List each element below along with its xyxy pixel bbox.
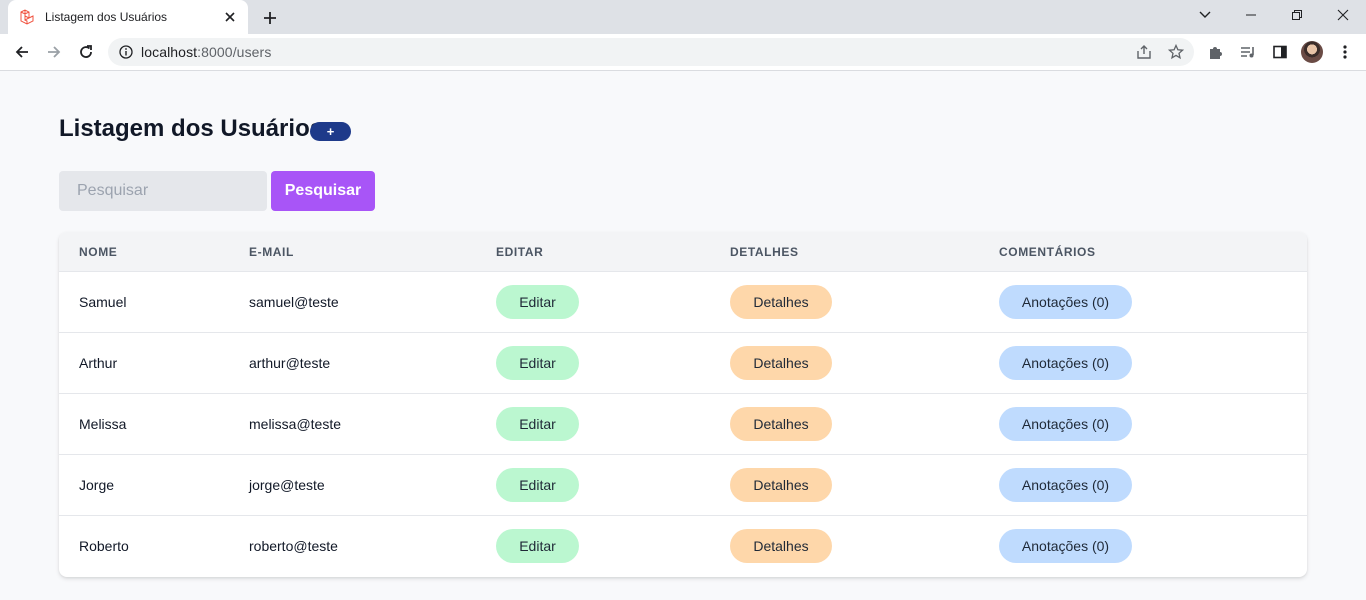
restore-icon[interactable] (1274, 0, 1320, 30)
table-row: Roberto roberto@teste Editar Detalhes An… (59, 516, 1307, 577)
column-header-comments: COMENTÁRIOS (999, 245, 1096, 259)
edit-button[interactable]: Editar (496, 529, 579, 563)
details-button[interactable]: Detalhes (730, 285, 832, 319)
edit-button[interactable]: Editar (496, 285, 579, 319)
edit-button[interactable]: Editar (496, 346, 579, 380)
minimize-icon[interactable] (1228, 0, 1274, 30)
profile-avatar[interactable] (1301, 41, 1323, 63)
user-email: samuel@teste (249, 294, 339, 310)
search-input[interactable] (59, 171, 267, 211)
tab-title: Listagem dos Usuários (45, 10, 168, 24)
edit-button[interactable]: Editar (496, 468, 579, 502)
close-window-icon[interactable] (1320, 0, 1366, 30)
table-row: Melissa melissa@teste Editar Detalhes An… (59, 394, 1307, 455)
table-row: Arthur arthur@teste Editar Detalhes Anot… (59, 333, 1307, 394)
url-path: :8000/users (197, 44, 272, 60)
column-header-edit: EDITAR (496, 245, 544, 259)
table-row: Jorge jorge@teste Editar Detalhes Anotaç… (59, 455, 1307, 516)
user-email: jorge@teste (249, 477, 325, 493)
notes-button[interactable]: Anotações (0) (999, 346, 1132, 380)
user-email: arthur@teste (249, 355, 331, 371)
info-circle-icon[interactable] (119, 45, 133, 59)
reload-icon[interactable] (74, 40, 98, 64)
browser-tab[interactable]: Listagem dos Usuários (8, 0, 248, 34)
column-header-email: E-MAIL (249, 245, 294, 259)
user-name: Arthur (79, 355, 118, 371)
user-name: Roberto (79, 538, 129, 554)
arrow-left-icon[interactable] (10, 40, 34, 64)
url-host: localhost (141, 44, 198, 60)
details-button[interactable]: Detalhes (730, 346, 832, 380)
details-button[interactable]: Detalhes (730, 407, 832, 441)
notes-button[interactable]: Anotações (0) (999, 468, 1132, 502)
users-table: NOME E-MAIL EDITAR DETALHES COMENTÁRIOS … (59, 232, 1307, 577)
kebab-menu-icon[interactable] (1333, 40, 1357, 64)
details-button[interactable]: Detalhes (730, 529, 832, 563)
browser-tab-strip: Listagem dos Usuários (0, 0, 1366, 34)
details-button[interactable]: Detalhes (730, 468, 832, 502)
table-header: NOME E-MAIL EDITAR DETALHES COMENTÁRIOS (59, 232, 1307, 272)
star-icon[interactable] (1164, 40, 1188, 64)
column-header-name: NOME (79, 245, 118, 259)
user-name: Jorge (79, 477, 115, 493)
user-name: Samuel (79, 294, 127, 310)
browser-toolbar: localhost:8000/users (0, 34, 1366, 71)
share-icon[interactable] (1132, 40, 1156, 64)
table-row: Samuel samuel@teste Editar Detalhes Anot… (59, 272, 1307, 333)
column-header-details: DETALHES (730, 245, 799, 259)
notes-button[interactable]: Anotações (0) (999, 285, 1132, 319)
notes-button[interactable]: Anotações (0) (999, 529, 1132, 563)
user-name: Melissa (79, 416, 127, 432)
address-bar[interactable]: localhost:8000/users (108, 38, 1194, 66)
edit-button[interactable]: Editar (496, 407, 579, 441)
playlist-icon[interactable] (1236, 40, 1260, 64)
page-content: Listagem dos Usuários + Pesquisar NOME E… (0, 71, 1366, 600)
url-text: localhost:8000/users (141, 44, 271, 60)
arrow-right-icon[interactable] (42, 40, 66, 64)
page-title: Listagem dos Usuários (59, 115, 324, 142)
add-user-button[interactable]: + (310, 122, 351, 141)
user-email: roberto@teste (249, 538, 338, 554)
notes-button[interactable]: Anotações (0) (999, 407, 1132, 441)
side-panel-icon[interactable] (1268, 40, 1292, 64)
new-tab-icon[interactable] (260, 8, 280, 28)
laravel-logo-icon (19, 9, 35, 25)
search-button[interactable]: Pesquisar (271, 171, 375, 211)
puzzle-icon[interactable] (1204, 40, 1228, 64)
tab-search-icon[interactable] (1182, 0, 1228, 30)
close-tab-icon[interactable] (222, 9, 238, 25)
user-email: melissa@teste (249, 416, 342, 432)
